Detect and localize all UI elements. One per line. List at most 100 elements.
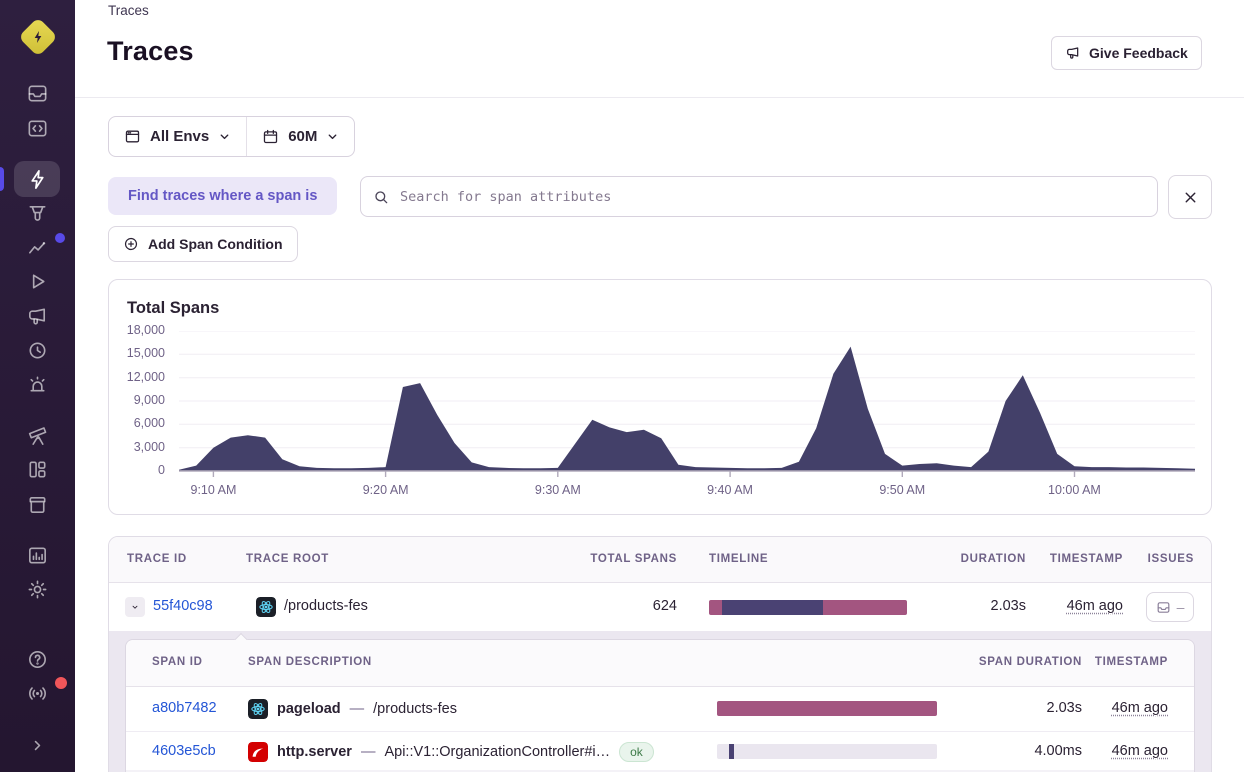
trace-timeline-bar[interactable]	[709, 600, 907, 615]
react-icon	[248, 699, 268, 719]
sidebar-item-metrics[interactable]	[14, 231, 65, 264]
trace-issues-button[interactable]: –	[1146, 592, 1194, 622]
col-timeline: TIMELINE	[709, 553, 769, 565]
sidebar-item-explore[interactable]	[14, 112, 60, 145]
separator-dash: —	[349, 701, 365, 717]
megaphone-icon	[1067, 47, 1079, 59]
sentry-logo[interactable]	[17, 16, 59, 58]
col-total-spans: TOTAL SPANS	[590, 553, 677, 565]
header-divider	[75, 97, 1244, 98]
breadcrumb[interactable]: Traces	[108, 3, 149, 18]
search-input[interactable]	[398, 187, 1145, 206]
sidebar-item-feedback[interactable]	[14, 300, 60, 333]
span-timestamp[interactable]: 46m ago	[1112, 700, 1168, 716]
col-timestamp: TIMESTAMP	[1049, 553, 1123, 565]
traces-table-header: TRACE ID TRACE ROOT TOTAL SPANS TIMELINE…	[109, 537, 1211, 583]
col-trace-root: TRACE ROOT	[246, 553, 329, 565]
span-timestamp[interactable]: 46m ago	[1112, 743, 1168, 759]
span-op: http.server	[277, 743, 352, 760]
span-duration: 2.03s	[1046, 700, 1082, 716]
settings-gear-icon	[28, 580, 46, 599]
y-axis-label: 18,000	[126, 323, 165, 337]
sidebar-item-dashboards[interactable]	[14, 453, 60, 486]
total-spans-area-chart[interactable]	[179, 331, 1195, 478]
col-issues: ISSUES	[1147, 553, 1194, 565]
time-range-filter[interactable]: 60M	[247, 117, 354, 156]
sidebar-item-issues[interactable]	[14, 77, 60, 110]
sidebar-item-settings[interactable]	[14, 573, 60, 606]
add-span-condition-label: Add Span Condition	[148, 236, 283, 252]
span-description: http.server — Api::V1::OrganizationContr…	[248, 732, 654, 771]
page-filter-bar: All Envs 60M	[108, 116, 356, 157]
x-axis-label: 9:30 AM	[534, 483, 581, 497]
chevron-right-icon	[34, 740, 40, 751]
span-id-link[interactable]: a80b7482	[152, 700, 217, 716]
x-axis-label: 9:40 AM	[707, 483, 753, 497]
page-title: Traces	[107, 36, 194, 66]
replays-play-icon	[32, 274, 45, 289]
environment-filter-label: All Envs	[150, 128, 210, 145]
col-span-id: SPAN ID	[152, 656, 203, 668]
react-icon	[256, 597, 276, 617]
span-description-text[interactable]: Api::V1::OrganizationController#i…	[384, 744, 610, 760]
sidebar-item-traces[interactable]	[14, 161, 60, 197]
span-status-badge: ok	[619, 741, 654, 762]
plus-circle-icon	[124, 237, 138, 251]
add-span-condition-button[interactable]: Add Span Condition	[108, 226, 298, 262]
metrics-notification-dot	[55, 233, 65, 243]
x-axis-label: 10:00 AM	[1048, 483, 1101, 497]
time-range-filter-label: 60M	[288, 128, 318, 145]
trace-query-builder-label: Find traces where a span is	[108, 177, 338, 215]
sidebar-item-insights[interactable]	[14, 197, 60, 230]
calendar-icon	[264, 129, 278, 144]
feedback-megaphone-icon	[28, 308, 45, 325]
give-feedback-button[interactable]: Give Feedback	[1051, 36, 1202, 70]
span-description-text[interactable]: /products-fes	[373, 701, 457, 717]
discover-telescope-icon	[28, 427, 46, 445]
close-icon	[1185, 192, 1195, 202]
expanded-trace-section: SPAN ID SPAN DESCRIPTION SPAN DURATION T…	[109, 631, 1211, 772]
clear-search-button[interactable]	[1168, 175, 1212, 219]
timeline-segment	[822, 600, 907, 615]
sidebar-item-crons[interactable]	[14, 334, 60, 367]
dashboards-layout-icon	[28, 461, 46, 478]
timeline-segment	[729, 744, 735, 759]
trace-id-link[interactable]: 55f40c98	[153, 598, 213, 614]
x-axis-label: 9:20 AM	[362, 483, 409, 497]
active-nav-indicator	[0, 167, 4, 191]
issues-count-dash: –	[1176, 599, 1185, 615]
sidebar-item-discover[interactable]	[14, 419, 60, 452]
give-feedback-label: Give Feedback	[1089, 45, 1188, 61]
y-axis-label: 0	[158, 463, 165, 477]
rails-icon	[248, 741, 268, 762]
traces-page: Traces Traces Give Feedback All Envs 60M…	[0, 0, 1244, 772]
collapse-trace-button[interactable]	[125, 597, 145, 617]
timeline-segment	[709, 600, 723, 615]
span-attribute-search[interactable]	[360, 176, 1158, 217]
chevron-down-icon	[220, 134, 229, 140]
code-folder-icon	[28, 120, 46, 137]
whats-new-notification-dot	[55, 677, 67, 689]
history-clock-icon	[28, 342, 46, 359]
span-op: pageload	[277, 701, 341, 717]
sidebar-item-replays[interactable]	[14, 265, 60, 298]
col-span-description: SPAN DESCRIPTION	[248, 656, 372, 668]
col-duration: DURATION	[960, 553, 1026, 565]
x-axis-label: 9:50 AM	[879, 483, 926, 497]
sidebar	[0, 0, 75, 772]
environment-filter[interactable]: All Envs	[109, 117, 246, 156]
sidebar-item-releases[interactable]	[14, 488, 60, 521]
sidebar-item-whats-new[interactable]	[14, 677, 67, 710]
trace-timestamp[interactable]: 46m ago	[1067, 598, 1123, 614]
search-icon	[375, 190, 388, 203]
trace-root-name[interactable]: /products-fes	[284, 598, 368, 614]
sidebar-item-stats[interactable]	[14, 539, 60, 572]
sidebar-item-help[interactable]	[14, 643, 60, 676]
y-axis-label: 3,000	[133, 439, 165, 454]
timeline-segment	[717, 701, 937, 716]
sidebar-collapse-button[interactable]	[14, 729, 60, 762]
sentry-logo-diamond	[18, 17, 58, 57]
span-row: 4603e5cb http.server — Api::V1::Organiza…	[126, 732, 1194, 772]
span-id-link[interactable]: 4603e5cb	[152, 743, 216, 759]
sidebar-item-alerts[interactable]	[14, 368, 60, 401]
